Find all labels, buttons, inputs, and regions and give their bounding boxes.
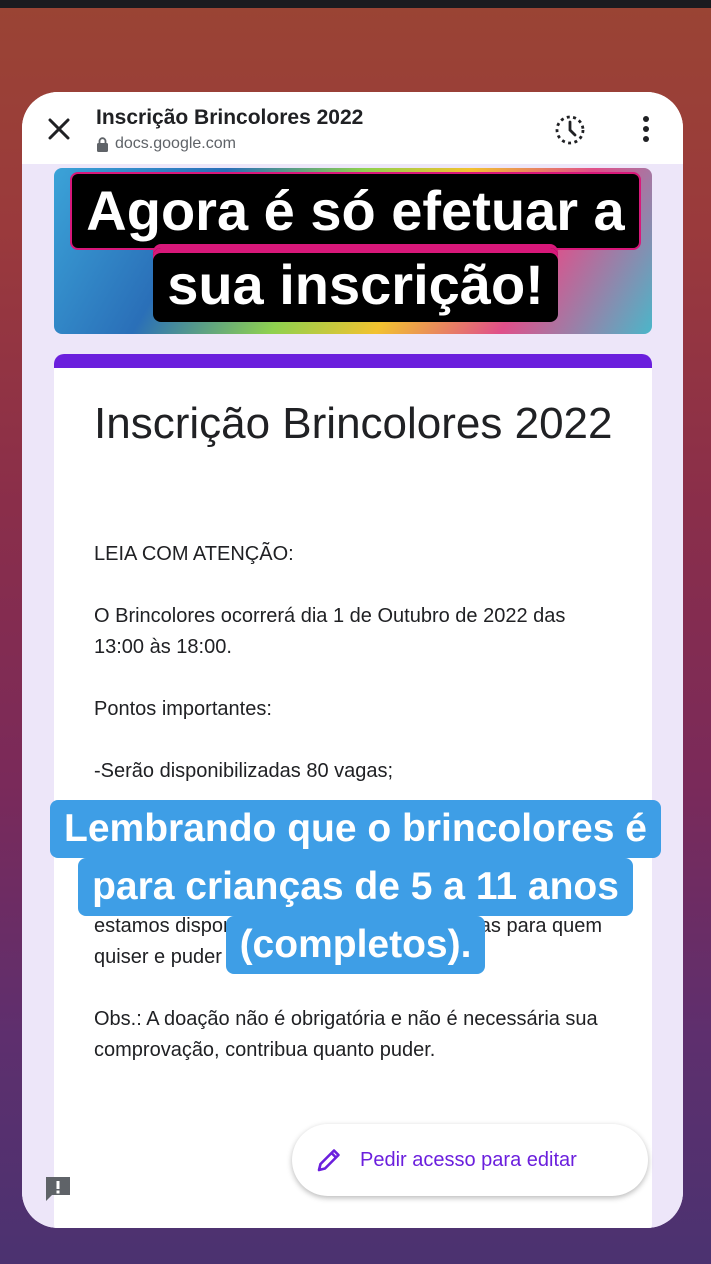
- story-caption-top-line: Agora é só efetuar a: [70, 172, 641, 250]
- form-description-paragraph: [94, 973, 614, 1004]
- story-caption-middle: Lembrando que o brincolores é para crian…: [0, 800, 711, 974]
- story-caption-middle-line: para crianças de 5 a 11 anos: [78, 858, 633, 916]
- form-description-card: Inscrição Brincolores 2022 LEIA COM ATEN…: [54, 354, 652, 1228]
- request-edit-access-label: Pedir acesso para editar: [360, 1148, 577, 1171]
- lock-icon: [97, 136, 108, 152]
- url-row: docs.google.com: [96, 135, 236, 153]
- form-background: Inscrição Brincolores 2022 LEIA COM ATEN…: [22, 164, 683, 1228]
- page-url: docs.google.com: [115, 135, 236, 152]
- story-caption-top-line: sua inscrição!: [153, 248, 558, 322]
- story-caption-top: Agora é só efetuar a sua inscrição!: [0, 172, 711, 322]
- form-description-paragraph: Pontos importantes:: [94, 698, 272, 720]
- more-vert-icon[interactable]: [634, 114, 658, 144]
- browser-toolbar: Inscrição Brincolores 2022 docs.google.c…: [22, 92, 683, 164]
- form-title: Inscrição Brincolores 2022: [94, 399, 613, 448]
- form-description-paragraph: -Serão disponibilizadas 80 vagas;: [94, 760, 394, 782]
- history-icon[interactable]: [552, 112, 588, 148]
- story-caption-middle-line: Lembrando que o brincolores é: [50, 800, 661, 858]
- close-icon[interactable]: [44, 114, 74, 144]
- story-caption-middle-line: (completos).: [225, 916, 486, 974]
- form-description-paragraph: [94, 570, 614, 601]
- page-title: Inscrição Brincolores 2022: [96, 106, 364, 129]
- feedback-icon[interactable]: [42, 1173, 74, 1205]
- form-description-paragraph: Obs.: A doação não é obrigatória e não é…: [94, 1008, 598, 1061]
- request-edit-access-button[interactable]: Pedir acesso para editar: [292, 1124, 648, 1196]
- form-description-paragraph: [94, 663, 614, 694]
- card-accent-bar: [54, 354, 652, 368]
- status-bar-strip: [0, 0, 711, 8]
- form-description-paragraph: LEIA COM ATENÇÃO:: [94, 543, 294, 565]
- form-description-paragraph: O Brincolores ocorrerá dia 1 de Outubro …: [94, 605, 566, 658]
- pencil-icon: [317, 1149, 340, 1172]
- form-description-paragraph: [94, 725, 614, 756]
